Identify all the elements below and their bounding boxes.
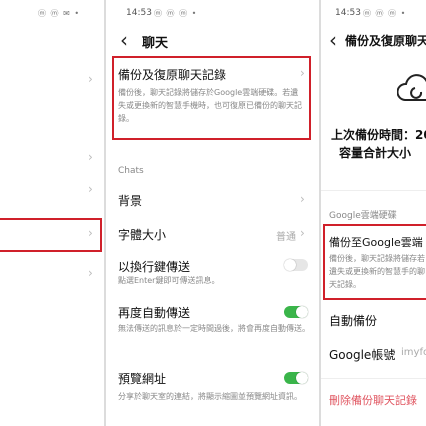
- divider: [321, 190, 426, 191]
- chevron-right-icon[interactable]: ›: [88, 72, 93, 86]
- status-bar: 14:53 ⓜ ⓜ ⓜ •: [106, 0, 319, 24]
- auto-resend-toggle[interactable]: [284, 306, 308, 318]
- auto-backup-label[interactable]: 自動備份: [329, 312, 377, 329]
- status-bar: 14:53 ⓜ ⓜ ⓜ •: [321, 0, 426, 24]
- backup-restore-description: 備份後，聊天記錄將儲存於Google雲端硬碟。若遺失或更換新的智慧手機時，也可復…: [118, 88, 302, 123]
- enter-to-send-label: 以換行鍵傳送: [118, 260, 191, 274]
- left-screen: ⓜ ⓜ ✉ • › › › › ›: [0, 0, 104, 426]
- page-title: 備份及復原聊天記錄: [345, 34, 426, 48]
- font-size-label: 字體大小: [118, 228, 167, 242]
- chevron-right-icon[interactable]: ›: [88, 150, 93, 164]
- status-icons: ⓜ ⓜ ⓜ •: [363, 9, 407, 18]
- section-header-chats: Chats: [118, 166, 144, 176]
- chevron-right-icon: ›: [300, 226, 305, 240]
- background-label: 背景: [118, 194, 143, 208]
- link-preview-label: 預覽網址: [118, 372, 167, 386]
- nav-bar: ‹ 備份及復原聊天記錄: [321, 24, 426, 60]
- highlight-box: [0, 218, 102, 252]
- link-preview-toggle[interactable]: [284, 372, 308, 384]
- status-icons: ⓜ ⓜ ⓜ •: [154, 9, 198, 18]
- google-account-label: Google帳號: [329, 348, 396, 362]
- back-arrow-icon[interactable]: ‹: [120, 28, 128, 52]
- backup-to-google-description: 備份後，聊天記錄將儲存若遺失或更換新的智慧手的聊天記錄。: [329, 254, 425, 289]
- last-backup-time: 上次備份時間：20: [331, 128, 426, 142]
- backup-restore-screen: 14:53 ⓜ ⓜ ⓜ • ‹ 備份及復原聊天記錄 上次備份時間：20 容量合計…: [321, 0, 426, 426]
- link-preview-description: 分享於聊天室的連結，將顯示縮圖並預覽網址資訊。: [118, 392, 302, 401]
- auto-resend-label: 再度自動傳送: [118, 306, 191, 320]
- chevron-right-icon: ›: [300, 192, 305, 206]
- status-icons: ⓜ ⓜ ✉ •: [38, 9, 81, 18]
- section-header-google-drive: Google雲端硬碟: [329, 211, 397, 221]
- backup-to-google-title: 備份至Google雲端: [329, 236, 423, 249]
- chevron-right-icon[interactable]: ›: [88, 266, 93, 280]
- divider: [321, 378, 426, 379]
- nav-bar: ‹ 聊天: [106, 24, 319, 60]
- page-title: 聊天: [142, 36, 169, 51]
- enter-to-send-toggle[interactable]: [284, 259, 308, 271]
- auto-resend-description: 無法傳送的訊息於一定時間過後，將會再度自動傳送。: [118, 324, 310, 333]
- chevron-right-icon[interactable]: ›: [88, 226, 93, 240]
- status-time: 14:53: [335, 8, 361, 18]
- chat-settings-screen: 14:53 ⓜ ⓜ ⓜ • ‹ 聊天 備份及復原聊天記錄 › 備份後，聊天記錄將…: [106, 0, 319, 426]
- enter-to-send-description: 點選Enter鍵即可傳送訊息。: [118, 276, 220, 285]
- back-arrow-icon[interactable]: ‹: [329, 28, 337, 52]
- backup-restore-title: 備份及復原聊天記錄: [118, 68, 227, 82]
- total-size: 容量合計大小: [339, 146, 412, 160]
- chevron-right-icon[interactable]: ›: [88, 182, 93, 196]
- delete-backup-link[interactable]: 刪除備份聊天記錄: [329, 392, 417, 408]
- google-account-value: imyfo: [401, 347, 426, 358]
- cloud-backup-icon: [397, 74, 426, 101]
- chevron-right-icon: ›: [300, 66, 305, 80]
- status-time: 14:53: [126, 8, 152, 18]
- status-bar: ⓜ ⓜ ✉ •: [0, 0, 104, 24]
- font-size-value: 普通: [276, 232, 296, 243]
